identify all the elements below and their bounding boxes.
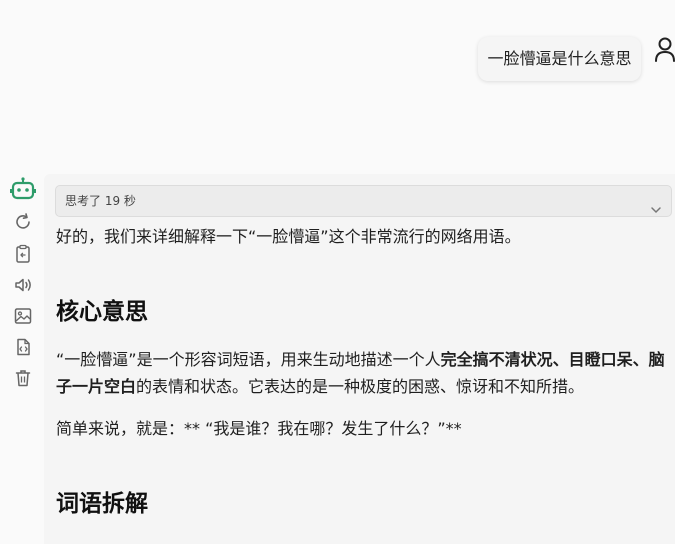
user-message-bubble: 一脸懵逼是什么意思 (478, 37, 641, 81)
trash-icon[interactable] (10, 365, 36, 391)
summary-paragraph: 简单来说，就是：** “我是谁？我在哪？发生了什么？”** (56, 419, 462, 438)
assistant-message: 思考了 19 秒 好的，我们来详细解释一下“一脸懵逼”这个非常流行的网络用语。 … (44, 174, 675, 544)
refresh-icon[interactable] (10, 209, 36, 235)
code-file-icon[interactable] (10, 334, 36, 360)
intro-paragraph: 好的，我们来详细解释一下“一脸懵逼”这个非常流行的网络用语。 (56, 227, 521, 246)
section-heading-core-meaning: 核心意思 (56, 299, 148, 325)
robot-icon (10, 176, 36, 202)
chevron-down-icon (650, 196, 662, 226)
definition-paragraph: “一脸懵逼”是一个形容词短语，用来生动地描述一个人完全搞不清状况、目瞪口呆、脑子… (56, 350, 665, 396)
thinking-label: 思考了 19 秒 (65, 194, 136, 208)
copy-icon[interactable] (10, 241, 36, 267)
image-icon[interactable] (10, 303, 36, 329)
speaker-icon[interactable] (10, 272, 36, 298)
section-heading-word-breakdown: 词语拆解 (56, 491, 148, 517)
thinking-toggle[interactable]: 思考了 19 秒 (55, 185, 672, 217)
chat-page: 一脸懵逼是什么意思 思考了 19 秒 好的，我们来详细解释一下“一脸懵逼”这个非… (0, 0, 675, 544)
user-icon (653, 34, 675, 64)
